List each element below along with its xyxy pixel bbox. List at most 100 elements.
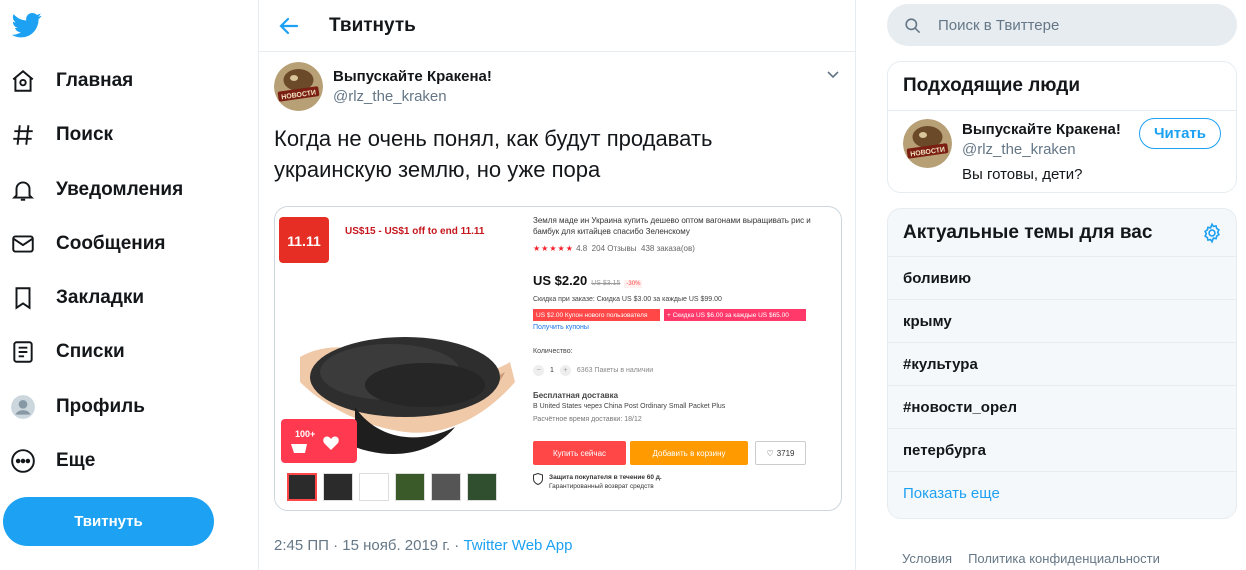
suggested-user-handle[interactable]: @rlz_the_kraken (962, 141, 1076, 158)
footer-links: Условия Политика конфиденциальности (902, 551, 1160, 566)
thumbnail[interactable] (431, 473, 461, 501)
rating-row: ★★★★★ 4.8 204 Отзывы 438 заказа(ов) (533, 244, 695, 253)
tweet-text: Когда не очень понял, как будут продават… (274, 126, 713, 182)
search-box[interactable] (887, 4, 1237, 46)
current-price: US $2.20 (533, 273, 588, 288)
quantity-value: 1 (550, 367, 554, 374)
panel-title: Подходящие люди (888, 62, 1236, 111)
suggested-user-name[interactable]: Выпускайте Кракена! (962, 121, 1121, 138)
nav-label: Уведомления (56, 179, 184, 200)
price: US $2.20 US $3.15 -30% (533, 273, 643, 288)
page-title: Твитнуть (329, 14, 416, 36)
trend-item[interactable]: #новости_орел (888, 386, 1236, 429)
suggested-user[interactable]: НОВОСТИ Выпускайте Кракена! @rlz_the_kra… (888, 111, 1236, 192)
promo-text: US$15 - US$1 off to end 11.11 (345, 226, 485, 237)
nav-label: Главная (56, 70, 134, 91)
trends-header: Актуальные темы для вас (888, 209, 1236, 257)
nav-item-notifications[interactable]: Уведомления (10, 170, 183, 210)
product-details: Земля маде ин Украина купить дешево опто… (523, 207, 841, 510)
quantity-stepper[interactable]: − 1 + 6363 Пакеты в наличии (533, 365, 653, 376)
follow-button[interactable]: Читать (1139, 118, 1221, 149)
nav-item-explore[interactable]: Поиск (10, 115, 113, 155)
buyer-protection: Защита покупателя в течение 60 д. Гарант… (533, 473, 662, 491)
right-sidebar: Подходящие люди НОВОСТИ Выпускайте Краке… (887, 0, 1237, 570)
shipping-title: Бесплатная доставка (533, 391, 619, 400)
back-arrow-icon[interactable] (277, 14, 301, 38)
left-sidebar: Главная Поиск Уведомления Сообщения Закл… (0, 0, 258, 570)
orders-count: 438 заказа(ов) (641, 244, 695, 253)
add-to-cart-button[interactable]: Добавить в корзину (630, 441, 748, 465)
thumbnail[interactable] (359, 473, 389, 501)
chevron-down-icon[interactable] (825, 66, 841, 82)
suggested-user-bio: Вы готовы, дети? (962, 166, 1083, 183)
search-icon (905, 17, 921, 33)
thumbnail[interactable] (395, 473, 425, 501)
list-icon (13, 341, 33, 363)
delivery-time: Расчётное время доставки: 18/12 (533, 416, 642, 423)
profile-icon (11, 395, 35, 419)
reviews-count: 204 Отзывы (591, 244, 637, 253)
plus-icon[interactable]: + (559, 365, 571, 376)
hashtag-icon (13, 125, 33, 145)
home-icon (12, 69, 34, 92)
coupon-new-user[interactable]: US $2.00 Купон нового пользователя (533, 309, 660, 321)
stock-text: 6363 Пакеты в наличии (576, 367, 654, 374)
tweet-timestamp: 2:45 ПП · 15 нояб. 2019 г. · Twitter Web… (274, 537, 572, 554)
footer-link-privacy[interactable]: Политика конфиденциальности (968, 551, 1160, 566)
tweet-date[interactable]: 2:45 ПП · 15 нояб. 2019 г. · (274, 537, 463, 554)
nav-item-lists[interactable]: Списки (10, 332, 125, 372)
nav-item-bookmarks[interactable]: Закладки (10, 278, 144, 318)
nav-item-more[interactable]: Еще (10, 441, 95, 481)
search-input[interactable] (938, 16, 1218, 34)
thumbnail-strip (287, 473, 497, 501)
tweet: НОВОСТИ Выпускайте Кракена! @rlz_the_kra… (259, 52, 855, 111)
trend-item[interactable]: #культура (888, 343, 1236, 386)
nav-label: Поиск (56, 124, 114, 145)
who-to-follow-panel: Подходящие люди НОВОСТИ Выпускайте Краке… (887, 61, 1237, 193)
protection-title: Защита покупателя в течение 60 д. (549, 474, 662, 481)
tweet-source-link[interactable]: Twitter Web App (463, 537, 572, 554)
get-coupons-link[interactable]: Получить купоны (533, 324, 589, 331)
kraken-avatar-icon: НОВОСТИ (903, 119, 952, 168)
nav-item-home[interactable]: Главная (10, 61, 133, 101)
buy-now-button[interactable]: Купить сейчас (533, 441, 626, 465)
compose-tweet-button[interactable]: Твитнуть (3, 497, 214, 546)
avatar[interactable]: НОВОСТИ (903, 119, 952, 168)
svg-text:11.11: 11.11 (287, 233, 321, 249)
nav-item-messages[interactable]: Сообщения (10, 224, 166, 264)
coupon-discount[interactable]: + Скидка US $6.00 за каждые US $65.00 (664, 309, 806, 321)
thumbnail[interactable] (323, 473, 353, 501)
promo-banner: 11.11 (279, 217, 513, 263)
svg-text:100+: 100+ (295, 429, 315, 439)
thumbnail[interactable] (287, 473, 317, 501)
kraken-avatar-icon: НОВОСТИ (274, 62, 323, 111)
bookmark-icon (15, 287, 31, 310)
twitter-logo-icon[interactable] (12, 10, 42, 40)
trend-item[interactable]: крыму (888, 300, 1236, 343)
author-handle[interactable]: @rlz_the_kraken (333, 88, 447, 105)
wishlist-button[interactable]: ♡ 3719 (755, 441, 806, 465)
trend-item[interactable]: боливию (888, 257, 1236, 300)
thumbnail[interactable] (467, 473, 497, 501)
gear-icon[interactable] (1201, 222, 1223, 244)
protection-subtitle: Гарантированный возврат средств (549, 483, 654, 490)
discount-badge: -30% (624, 280, 643, 288)
show-more-link[interactable]: Показать еще (888, 472, 1236, 515)
author-name[interactable]: Выпускайте Кракена! (333, 68, 492, 85)
nav-label: Профиль (56, 396, 145, 417)
trend-item[interactable]: петербурга (888, 429, 1236, 472)
nav-label: Еще (56, 450, 96, 471)
shipping-detail: В United States через China Post Ordinar… (533, 403, 726, 410)
nav-item-profile[interactable]: Профиль (10, 387, 145, 427)
footer-link-terms[interactable]: Условия (902, 551, 952, 566)
nav-label: Закладки (56, 287, 145, 308)
shield-icon (533, 473, 543, 485)
main-column: Твитнуть НОВОСТИ Выпускайте Кракена! @rl… (258, 0, 856, 570)
more-icon (11, 449, 35, 473)
rating-value: 4.8 (576, 244, 588, 253)
avatar[interactable]: НОВОСТИ (274, 62, 323, 111)
minus-icon[interactable]: − (533, 365, 544, 376)
tweet-media-image[interactable]: 11.11 US$15 - US$1 off to end 11.11 100+ (274, 206, 842, 511)
order-discount: Скидка при заказе: Скидка US $3.00 за ка… (533, 296, 722, 303)
mail-icon (12, 235, 34, 253)
